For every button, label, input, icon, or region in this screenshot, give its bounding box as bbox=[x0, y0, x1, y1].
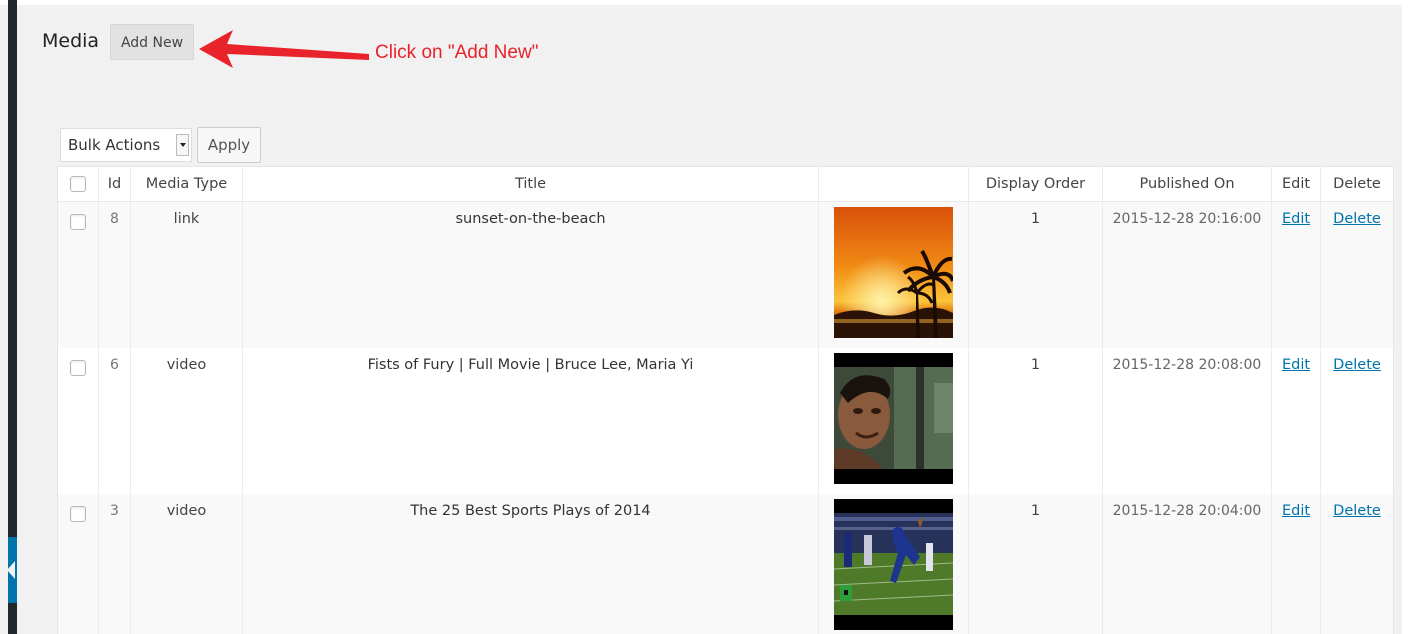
row-checkbox[interactable] bbox=[70, 214, 86, 230]
thumbnail-cell bbox=[818, 494, 969, 634]
column-header-published-on[interactable]: Published On bbox=[1102, 166, 1272, 202]
annotation-arrow-icon bbox=[199, 30, 369, 68]
table-row: 8 link sunset-on-the-beach 1 2015-12-28 … bbox=[57, 201, 1394, 348]
row-published-on: 2015-12-28 20:08:00 bbox=[1112, 357, 1262, 373]
title-cell: The 25 Best Sports Plays of 2014 bbox=[242, 494, 819, 634]
row-published-on: 2015-12-28 20:16:00 bbox=[1112, 211, 1262, 227]
edit-link[interactable]: Edit bbox=[1282, 211, 1310, 227]
id-cell: 8 bbox=[98, 201, 131, 348]
collapse-arrow-icon[interactable] bbox=[7, 561, 15, 579]
row-published-on: 2015-12-28 20:04:00 bbox=[1112, 503, 1262, 519]
column-header-id[interactable]: Id bbox=[98, 166, 131, 202]
admin-page: Media Add New Click on "Add New" Bulk Ac… bbox=[0, 0, 1412, 634]
delete-link[interactable]: Delete bbox=[1333, 357, 1381, 373]
delete-cell: Delete bbox=[1320, 201, 1394, 348]
dropdown-arrow-icon bbox=[176, 134, 189, 156]
delete-cell: Delete bbox=[1320, 348, 1394, 494]
title-cell: Fists of Fury | Full Movie | Bruce Lee, … bbox=[242, 348, 819, 494]
published-on-cell: 2015-12-28 20:04:00 bbox=[1102, 494, 1272, 634]
right-edge bbox=[1402, 0, 1412, 634]
row-title: sunset-on-the-beach bbox=[455, 211, 606, 227]
edit-cell: Edit bbox=[1271, 201, 1321, 348]
select-all-cell bbox=[57, 166, 99, 202]
media-type-cell: link bbox=[130, 201, 243, 348]
row-checkbox[interactable] bbox=[70, 360, 86, 376]
edit-cell: Edit bbox=[1271, 348, 1321, 494]
row-display-order: 1 bbox=[1030, 211, 1041, 227]
select-all-checkbox[interactable] bbox=[70, 176, 86, 192]
sunset-beach-thumbnail bbox=[834, 207, 953, 338]
delete-link[interactable]: Delete bbox=[1333, 503, 1381, 519]
media-table: Id Media Type Title Display Order Publis… bbox=[57, 166, 1394, 634]
display-order-cell: 1 bbox=[968, 201, 1103, 348]
bulk-actions-label: Bulk Actions bbox=[68, 136, 161, 154]
football-play-thumbnail bbox=[834, 499, 953, 630]
row-title: The 25 Best Sports Plays of 2014 bbox=[410, 503, 651, 519]
delete-link[interactable]: Delete bbox=[1333, 211, 1381, 227]
row-select-cell bbox=[57, 494, 99, 634]
table-row: 3 video The 25 Best Sports Plays of 2014 bbox=[57, 494, 1394, 634]
title-cell: sunset-on-the-beach bbox=[242, 201, 819, 348]
row-media-type: video bbox=[166, 357, 207, 373]
id-cell: 6 bbox=[98, 348, 131, 494]
annotation-text: Click on "Add New" bbox=[375, 42, 539, 63]
media-type-cell: video bbox=[130, 494, 243, 634]
edit-link[interactable]: Edit bbox=[1282, 357, 1310, 373]
thumbnail-cell bbox=[818, 348, 969, 494]
row-select-cell bbox=[57, 201, 99, 348]
media-type-cell: video bbox=[130, 348, 243, 494]
table-header-row: Id Media Type Title Display Order Publis… bbox=[57, 166, 1394, 202]
thumbnail-cell bbox=[818, 201, 969, 348]
table-row: 6 video Fists of Fury | Full Movie | Bru… bbox=[58, 348, 1394, 494]
page-title: Media bbox=[42, 30, 100, 52]
bulk-actions-select[interactable]: Bulk Actions bbox=[60, 128, 192, 162]
row-display-order: 1 bbox=[1030, 357, 1041, 373]
delete-cell: Delete bbox=[1320, 494, 1394, 634]
add-new-button[interactable]: Add New bbox=[110, 24, 194, 60]
published-on-cell: 2015-12-28 20:16:00 bbox=[1102, 201, 1272, 348]
row-title: Fists of Fury | Full Movie | Bruce Lee, … bbox=[367, 357, 694, 373]
row-checkbox[interactable] bbox=[70, 506, 86, 522]
top-edge bbox=[0, 0, 1412, 5]
column-header-thumbnail bbox=[818, 166, 969, 202]
row-id: 8 bbox=[110, 211, 119, 227]
display-order-cell: 1 bbox=[968, 494, 1103, 634]
apply-button[interactable]: Apply bbox=[197, 127, 261, 163]
row-id: 6 bbox=[110, 357, 119, 373]
display-order-cell: 1 bbox=[968, 348, 1103, 494]
column-header-edit: Edit bbox=[1271, 166, 1321, 202]
row-media-type: link bbox=[173, 211, 200, 227]
row-display-order: 1 bbox=[1030, 503, 1041, 519]
row-id: 3 bbox=[110, 503, 119, 519]
edit-link[interactable]: Edit bbox=[1282, 503, 1310, 519]
row-media-type: video bbox=[166, 503, 207, 519]
edit-cell: Edit bbox=[1271, 494, 1321, 634]
column-header-display-order[interactable]: Display Order bbox=[968, 166, 1103, 202]
column-header-media-type[interactable]: Media Type bbox=[130, 166, 243, 202]
id-cell: 3 bbox=[98, 494, 131, 634]
column-header-delete: Delete bbox=[1320, 166, 1394, 202]
row-select-cell bbox=[58, 348, 99, 494]
published-on-cell: 2015-12-28 20:08:00 bbox=[1102, 348, 1272, 494]
column-header-title[interactable]: Title bbox=[242, 166, 819, 202]
movie-still-thumbnail bbox=[834, 353, 953, 484]
